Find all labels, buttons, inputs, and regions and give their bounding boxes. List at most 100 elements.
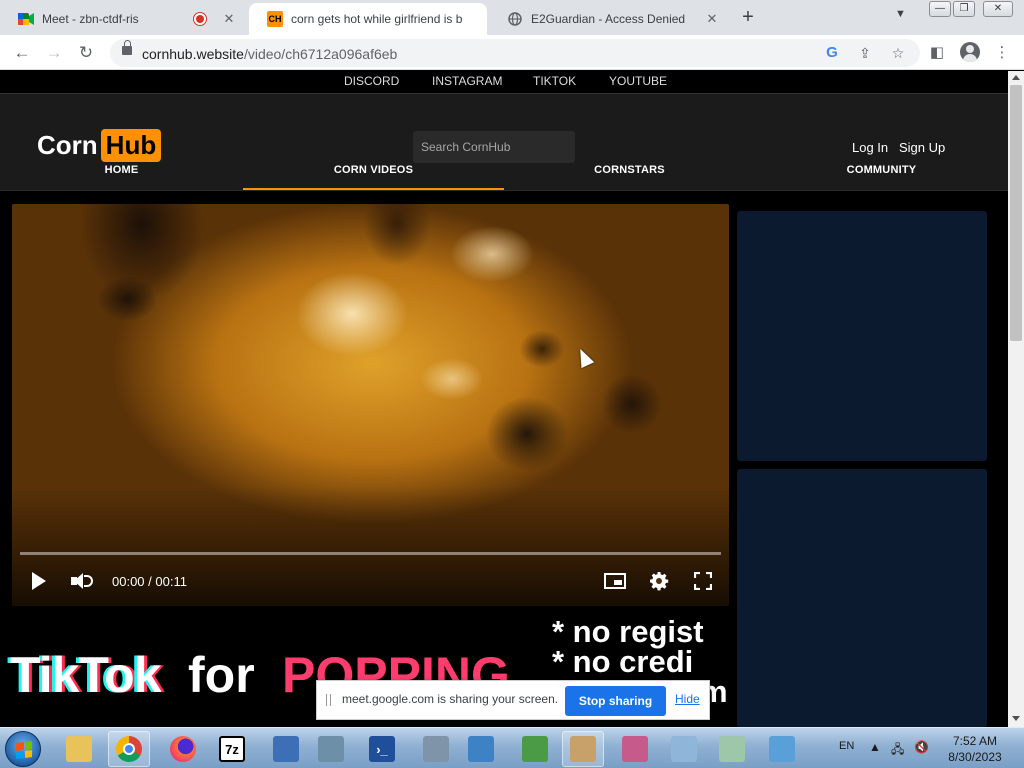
tray-expand-icon[interactable]: ▲ xyxy=(869,740,881,754)
social-links-bar: DISCORD INSTAGRAM TIKTOK YOUTUBE xyxy=(0,71,1008,94)
scroll-down-arrow-icon[interactable] xyxy=(1012,716,1020,721)
close-window-button[interactable]: ✕ xyxy=(983,1,1013,17)
tab-title: Meet - zbn-ctdf-ris xyxy=(42,12,139,26)
video-progress-bar[interactable] xyxy=(20,552,721,555)
back-button[interactable]: ← xyxy=(10,41,34,65)
tab-title: E2Guardian - Access Denied xyxy=(531,12,686,26)
sidebar-ad-top[interactable] xyxy=(737,211,987,461)
taskbar-security[interactable] xyxy=(415,731,457,767)
play-icon xyxy=(32,572,46,590)
nav-corn-videos[interactable]: CORN VIDEOS xyxy=(243,164,504,189)
drag-handle-icon[interactable] xyxy=(326,694,331,706)
bookmark-star-icon[interactable]: ☆ xyxy=(889,44,907,62)
miniplayer-button[interactable] xyxy=(603,570,627,592)
search-input[interactable] xyxy=(413,131,575,163)
tab-meet[interactable]: Meet - zbn-ctdf-ris ✕ xyxy=(0,3,246,35)
signup-link[interactable]: Sign Up xyxy=(899,140,945,155)
settings-button[interactable] xyxy=(648,570,670,592)
restore-button[interactable]: ❐ xyxy=(953,1,975,17)
banner-bullet: * no credi xyxy=(552,644,694,679)
nav-community[interactable]: COMMUNITY xyxy=(755,164,1008,189)
taskbar-calculator[interactable] xyxy=(310,731,352,767)
volume-button[interactable] xyxy=(70,570,94,592)
lock-icon xyxy=(122,40,132,55)
fullscreen-button[interactable] xyxy=(692,570,714,592)
clock-time: 7:52 AM xyxy=(952,734,998,748)
scrollbar-thumb[interactable] xyxy=(1010,85,1022,341)
taskbar-remote-desktop[interactable] xyxy=(265,731,307,767)
google-lens-icon[interactable]: G xyxy=(823,44,841,62)
forward-button[interactable]: → xyxy=(42,41,66,65)
instagram-link[interactable]: INSTAGRAM xyxy=(432,74,502,88)
taskbar-fax[interactable] xyxy=(562,731,604,767)
firefox-icon xyxy=(170,736,196,762)
hide-link[interactable]: Hide xyxy=(675,692,700,706)
tab-e2guardian[interactable]: E2Guardian - Access Denied ✕ xyxy=(489,3,729,35)
taskbar-sticky-notes[interactable] xyxy=(711,731,753,767)
screen-share-bar: meet.google.com is sharing your screen. … xyxy=(316,680,710,720)
taskbar-chrome[interactable] xyxy=(108,731,150,767)
minimize-button[interactable]: — xyxy=(929,1,951,17)
network-icon[interactable]: 🖧 xyxy=(891,740,904,761)
menu-kebab-icon[interactable]: ⋮ xyxy=(992,43,1012,63)
taskbar-task-manager[interactable] xyxy=(514,731,556,767)
sidebar-ad-bottom[interactable] xyxy=(737,469,987,727)
task-manager-icon xyxy=(522,736,548,762)
new-tab-button[interactable]: + xyxy=(736,6,760,30)
fullscreen-icon xyxy=(694,572,712,590)
nav-cornstars[interactable]: CORNSTARS xyxy=(504,164,755,189)
tab-cornhub[interactable]: CH corn gets hot while girlfriend is b xyxy=(249,3,487,35)
play-button[interactable] xyxy=(28,570,50,592)
clock-date: 8/30/2023 xyxy=(948,750,1002,764)
system-clock[interactable]: 7:52 AM 8/30/2023 xyxy=(940,733,1010,765)
youtube-link[interactable]: YOUTUBE xyxy=(609,74,667,88)
taskbar-snipping-tool[interactable] xyxy=(614,731,656,767)
nav-home[interactable]: HOME xyxy=(0,164,243,189)
tiktok-link[interactable]: TIKTOK xyxy=(533,74,576,88)
scroll-up-arrow-icon[interactable] xyxy=(1012,75,1020,80)
volume-icon xyxy=(71,572,93,590)
chrome-icon xyxy=(116,736,142,762)
active-nav-underline xyxy=(243,188,504,190)
banner-tiktok-text: TikTok xyxy=(10,647,162,703)
reload-button[interactable]: ↻ xyxy=(74,41,98,65)
taskbar-powershell[interactable]: ›_ xyxy=(361,731,403,767)
language-indicator[interactable]: EN xyxy=(839,740,854,752)
close-icon[interactable]: ✕ xyxy=(703,11,721,27)
start-button[interactable] xyxy=(5,731,41,767)
profile-avatar-icon[interactable] xyxy=(960,42,980,62)
taskbar-7zip[interactable]: 7z xyxy=(211,731,253,767)
powershell-icon: ›_ xyxy=(369,736,395,762)
browser-toolbar: ← → ↻ cornhub.website/video/ch6712a096af… xyxy=(0,35,1024,70)
taskbar-control-panel[interactable] xyxy=(460,731,502,767)
banner-bullet: * no regist xyxy=(552,614,704,649)
discord-link[interactable]: DISCORD xyxy=(344,74,399,88)
taskbar-explorer[interactable] xyxy=(58,731,100,767)
shield-icon xyxy=(423,736,449,762)
share-icon[interactable]: ⇪ xyxy=(856,44,874,62)
calculator-icon xyxy=(318,736,344,762)
volume-muted-icon[interactable]: 🔇 xyxy=(914,740,929,754)
taskbar-notes[interactable] xyxy=(663,731,705,767)
windows-logo-icon xyxy=(16,741,32,759)
side-panel-icon[interactable]: ◧ xyxy=(927,43,947,63)
7zip-icon: 7z xyxy=(219,736,245,762)
login-link[interactable]: Log In xyxy=(852,140,888,155)
page-scrollbar[interactable] xyxy=(1008,71,1024,727)
chevron-down-icon[interactable]: ▼ xyxy=(895,8,906,20)
google-meet-icon xyxy=(18,11,34,27)
browser-tab-bar: Meet - zbn-ctdf-ris ✕ CH corn gets hot w… xyxy=(0,0,1024,35)
close-icon[interactable]: ✕ xyxy=(220,11,238,27)
site-logo[interactable]: Corn Hub xyxy=(37,129,162,162)
mouse-cursor-icon xyxy=(573,345,595,369)
paper-plane-icon xyxy=(769,736,795,762)
taskbar-firefox[interactable] xyxy=(162,731,204,767)
video-time: 00:00 / 00:11 xyxy=(112,573,187,589)
globe-icon xyxy=(507,11,523,27)
address-bar[interactable]: cornhub.website/video/ch6712a096af6eb G … xyxy=(110,39,920,67)
stop-sharing-button[interactable]: Stop sharing xyxy=(565,686,666,716)
taskbar-paper-plane[interactable] xyxy=(761,731,803,767)
document-icon xyxy=(671,736,697,762)
video-player[interactable]: 00:00 / 00:11 xyxy=(12,204,729,606)
url-text[interactable]: cornhub.website/video/ch6712a096af6eb xyxy=(142,46,397,62)
